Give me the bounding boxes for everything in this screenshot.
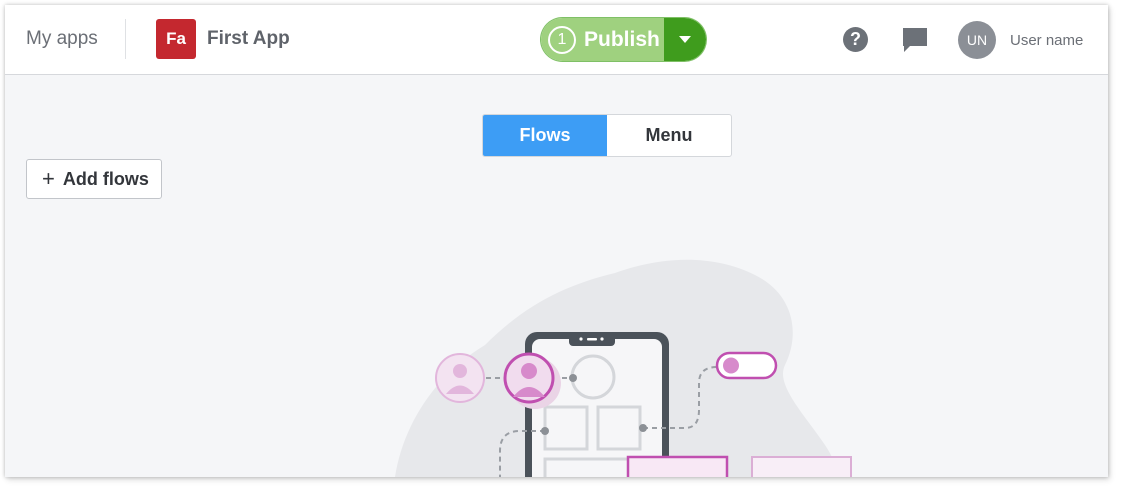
user-avatar-faded-icon	[435, 353, 485, 403]
toggle-switch-icon	[715, 351, 778, 380]
app-window: My apps Fa First App 1 Publish ? UN User…	[5, 5, 1108, 477]
notch-dot	[600, 337, 604, 341]
notch-dot	[579, 337, 583, 341]
connector-node	[639, 424, 647, 432]
empty-flows-illustration	[395, 259, 852, 477]
connector-node	[541, 427, 549, 435]
connector-node	[569, 374, 577, 382]
notch-speaker	[587, 338, 597, 341]
flow-card-faded	[751, 456, 852, 477]
flow-card-active	[626, 455, 729, 477]
